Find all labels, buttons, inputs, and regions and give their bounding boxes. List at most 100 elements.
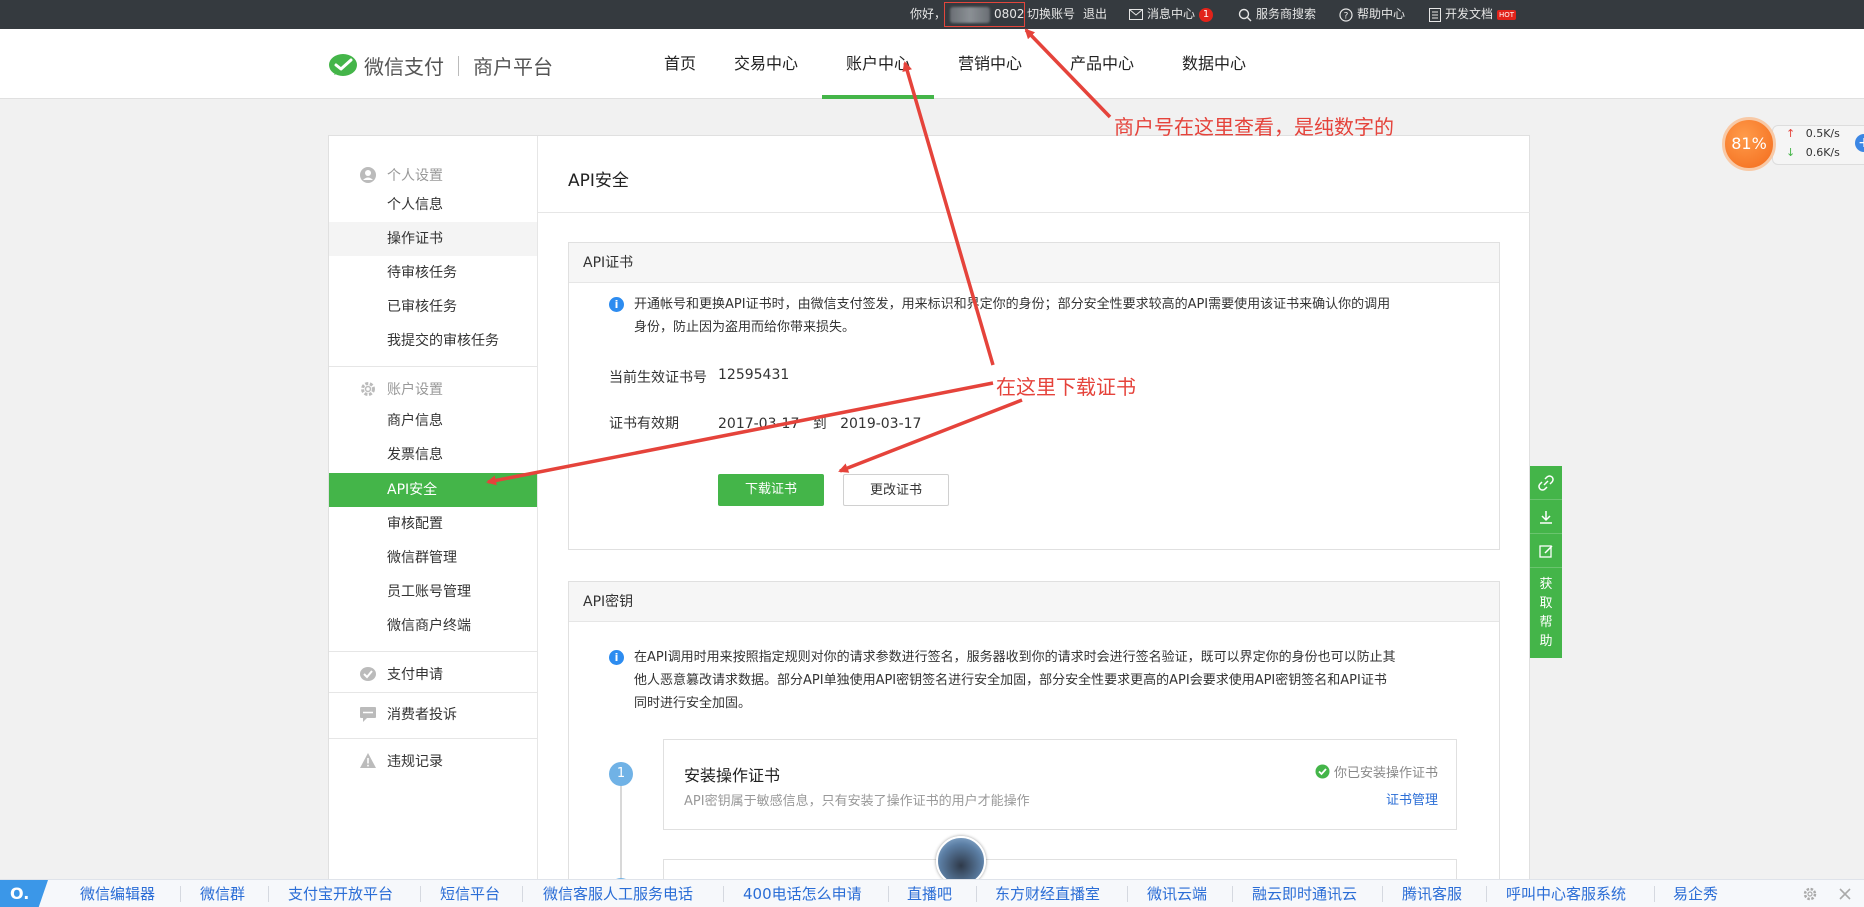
sidebar: 个人设置 个人信息 操作证书 待审核任务 已审核任务 我提交的审核任务 账户设置…: [329, 136, 538, 907]
gear-icon: [361, 382, 375, 396]
change-cert-button[interactable]: 更改证书: [843, 474, 949, 506]
title-divider: [538, 212, 1530, 213]
bottom-link-separator: [888, 886, 889, 902]
sidebar-item-reviewed-tasks[interactable]: 已审核任务: [329, 290, 537, 324]
annotation-download-cert: 在这里下载证书: [996, 375, 1136, 399]
help-char: 取: [1539, 596, 1553, 611]
download-speed-value: 0.6K/s: [1805, 146, 1840, 159]
sidebar-item-violations-label: 违规记录: [387, 754, 443, 770]
switch-account-link[interactable]: 切换账号: [1027, 0, 1075, 29]
bottom-link[interactable]: 短信平台: [440, 880, 500, 907]
message-center-link[interactable]: 消息中心 1: [1129, 0, 1214, 29]
network-speed-widget[interactable]: 81% ↑ 0.5K/s ↓ 0.6K/s +: [1722, 117, 1864, 171]
nav-marketing-center[interactable]: 营销中心: [952, 29, 1028, 99]
step-1-title: 安装操作证书: [684, 766, 781, 785]
edit-icon: [1539, 544, 1553, 558]
bottom-link[interactable]: 融云即时通讯云: [1252, 880, 1357, 907]
bottom-link-separator: [1127, 886, 1128, 902]
sidebar-item-merchant-info[interactable]: 商户信息: [329, 404, 537, 438]
api-cert-info-line: 开通帐号和更换API证书时，由微信支付签发，用来标识和界定你的身份；部分安全性要…: [634, 297, 1391, 312]
bottom-link[interactable]: 腾讯客服: [1402, 880, 1462, 907]
warning-icon: [360, 753, 376, 768]
bottom-link-separator: [1382, 886, 1383, 902]
cert-valid-from: 2017-03-17: [718, 416, 800, 432]
message-center-label: 消息中心: [1147, 7, 1196, 21]
nav-account-center[interactable]: 账户中心: [822, 29, 934, 99]
memory-usage-circle[interactable]: 81%: [1722, 117, 1776, 171]
nav-product-center[interactable]: 产品中心: [1064, 29, 1140, 99]
edit-tool[interactable]: [1530, 534, 1562, 568]
bottom-link-separator: [1486, 886, 1487, 902]
bottom-link[interactable]: 微信群: [200, 880, 245, 907]
download-cert-button[interactable]: 下载证书: [718, 474, 824, 506]
sidebar-item-personal-info[interactable]: 个人信息: [329, 188, 537, 222]
bottom-link[interactable]: 支付宝开放平台: [288, 880, 393, 907]
sidebar-item-pending-tasks[interactable]: 待审核任务: [329, 256, 537, 290]
sidebar-divider: [329, 738, 537, 739]
page-title: API安全: [568, 171, 629, 191]
share-link-tool[interactable]: [1530, 466, 1562, 500]
bottom-link[interactable]: 直播吧: [907, 880, 952, 907]
download-icon: [1540, 510, 1552, 524]
bottom-link[interactable]: 微信编辑器: [80, 880, 155, 907]
api-key-box-title: API密钥: [569, 582, 1499, 622]
nav-trade-center[interactable]: 交易中心: [728, 29, 804, 99]
sidebar-item-pay-apply-label: 支付申请: [387, 667, 443, 683]
wechat-pay-logo[interactable]: 微信支付 商户平台: [328, 51, 553, 80]
download-tool[interactable]: [1530, 500, 1562, 534]
api-key-info-line: 同时进行安全加固。: [634, 696, 752, 711]
cert-valid-to: 2019-03-17: [840, 416, 922, 432]
info-icon: i: [609, 297, 624, 312]
hot-badge: HOT: [1497, 9, 1517, 20]
bottom-link[interactable]: 微信客服人工服务电话: [543, 880, 693, 907]
sidebar-item-submitted-tasks[interactable]: 我提交的审核任务: [329, 324, 537, 358]
link-icon: [1538, 474, 1554, 491]
sidebar-item-violations[interactable]: 违规记录: [329, 744, 537, 778]
bottom-link-separator: [180, 886, 181, 902]
sidebar-item-operation-cert[interactable]: 操作证书: [329, 222, 537, 256]
check-circle-icon: [1315, 764, 1330, 779]
bottom-link-separator: [1232, 886, 1233, 902]
sidebar-item-api-security[interactable]: API安全: [329, 473, 537, 507]
settings-gear-icon[interactable]: [1802, 886, 1818, 902]
get-help-tool[interactable]: 获 取 帮 助: [1530, 568, 1562, 658]
help-center-link[interactable]: ? 帮助中心: [1339, 0, 1405, 29]
sidebar-item-complaints[interactable]: 消费者投诉: [329, 697, 537, 731]
logout-link[interactable]: 退出: [1083, 0, 1107, 29]
step-1-description: API密钥属于敏感信息，只有安装了操作证书的用户才能操作: [684, 794, 1030, 809]
chat-bubble-icon: [360, 707, 376, 722]
dev-docs-label: 开发文档: [1445, 7, 1494, 21]
bottom-bar-logo[interactable]: O.: [0, 880, 48, 907]
sidebar-item-staff-account-mgmt[interactable]: 员工账号管理: [329, 575, 537, 609]
nav-home[interactable]: 首页: [648, 29, 712, 99]
content-area: API安全 API证书 i 开通帐号和更换API证书时，由微信支付签发，用来标识…: [538, 136, 1530, 907]
api-key-info-line: 在API调用时用来按照指定规则对你的请求参数进行签名，服务器收到你的请求时会进行…: [634, 650, 1396, 665]
sidebar-item-pay-apply[interactable]: 支付申请: [329, 657, 537, 691]
sidebar-item-invoice-info[interactable]: 发票信息: [329, 438, 537, 472]
sidebar-item-review-config[interactable]: 审核配置: [329, 507, 537, 541]
bottom-link[interactable]: 呼叫中心客服系统: [1506, 880, 1626, 907]
bottom-link-bar: O. 微信编辑器 微信群 支付宝开放平台 短信平台 微信客服人工服务电话 400…: [0, 879, 1864, 907]
bottom-link[interactable]: 东方财经直播室: [995, 880, 1100, 907]
provider-search-link[interactable]: 服务商搜索: [1238, 0, 1316, 29]
nav-data-center[interactable]: 数据中心: [1176, 29, 1252, 99]
bottom-link[interactable]: 微讯云端: [1147, 880, 1207, 907]
bottom-link-separator: [723, 886, 724, 902]
cert-validity-range: 2017-03-17 到 2019-03-17: [718, 413, 921, 433]
svg-text:?: ?: [1344, 11, 1349, 21]
bottom-link-separator: [976, 886, 977, 902]
api-key-box: API密钥 i 在API调用时用来按照指定规则对你的请求参数进行签名，服务器收到…: [568, 581, 1500, 907]
cert-management-link[interactable]: 证书管理: [1386, 789, 1438, 808]
floating-tools: 获 取 帮 助: [1530, 466, 1562, 658]
bottom-link[interactable]: 易企秀: [1673, 880, 1718, 907]
dev-docs-link[interactable]: 开发文档 HOT: [1429, 0, 1517, 29]
mail-icon: [1129, 9, 1143, 20]
api-cert-info-line: 身份，防止因为盗用而给你带来损失。: [634, 320, 856, 335]
down-arrow-icon: ↓: [1786, 146, 1796, 159]
sidebar-item-wechat-group-mgmt[interactable]: 微信群管理: [329, 541, 537, 575]
bottom-link[interactable]: 400电话怎么申请: [743, 880, 862, 907]
close-icon[interactable]: [1838, 887, 1852, 901]
merchant-id-highlight-box: [944, 2, 1025, 27]
search-icon: [1238, 8, 1252, 21]
sidebar-item-merchant-terminal[interactable]: 微信商户终端: [329, 609, 537, 643]
